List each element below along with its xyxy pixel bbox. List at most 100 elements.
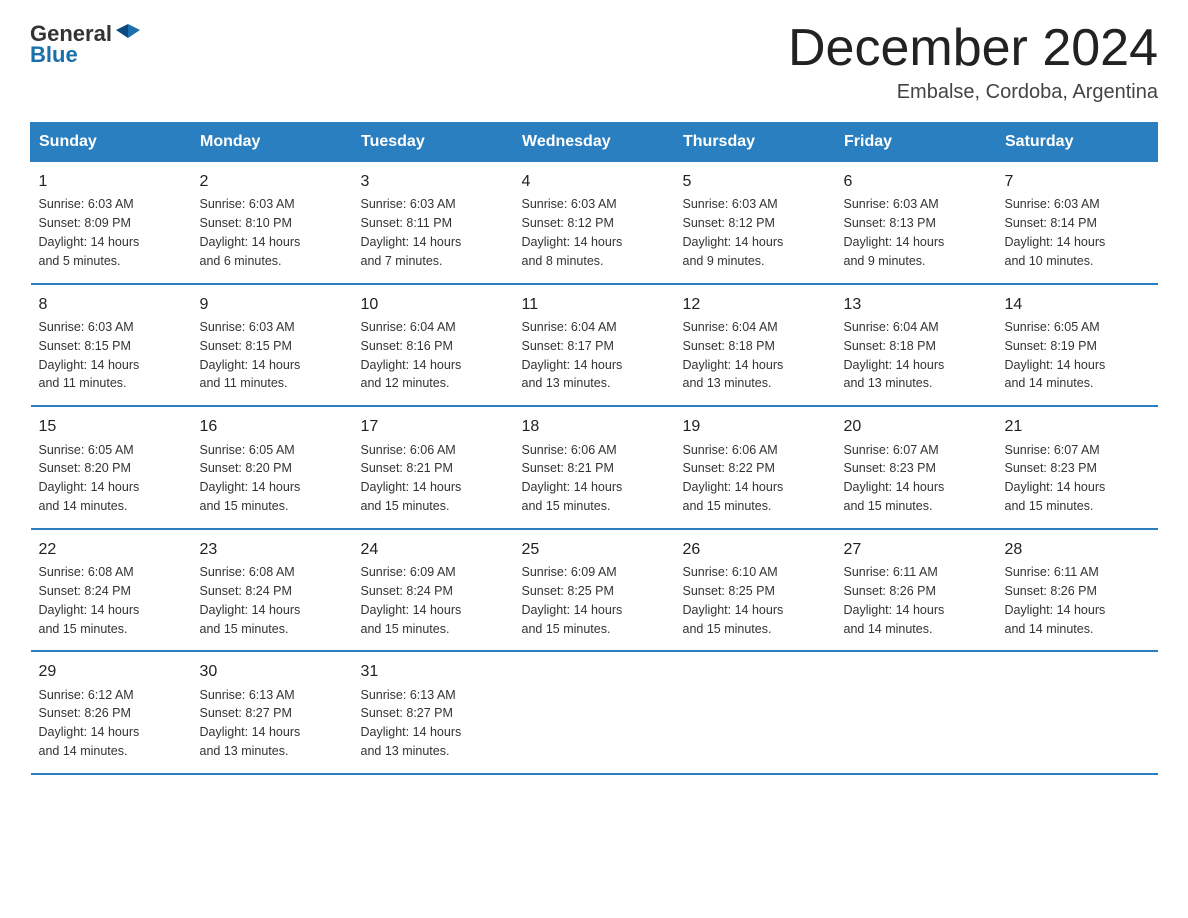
calendar-header-row: SundayMondayTuesdayWednesdayThursdayFrid…	[31, 123, 1158, 162]
calendar-cell: 29Sunrise: 6:12 AMSunset: 8:26 PMDayligh…	[31, 651, 192, 774]
day-number: 7	[1005, 170, 1150, 193]
day-info: Sunrise: 6:11 AMSunset: 8:26 PMDaylight:…	[844, 565, 945, 636]
day-number: 1	[39, 170, 184, 193]
calendar-cell: 23Sunrise: 6:08 AMSunset: 8:24 PMDayligh…	[192, 529, 353, 652]
calendar-cell: 20 Sunrise: 6:07 AMSunset: 8:23 PMDayligh…	[836, 406, 997, 529]
column-header-monday: Monday	[192, 123, 353, 162]
day-info: Sunrise: 6:08 AMSunset: 8:24 PMDaylight:…	[200, 565, 301, 636]
calendar-cell	[675, 651, 836, 774]
calendar-cell: 28 Sunrise: 6:11 AMSunset: 8:26 PMDayligh…	[997, 529, 1158, 652]
calendar-cell: 22 Sunrise: 6:08 AMSunset: 8:24 PMDayligh…	[31, 529, 192, 652]
day-info: Sunrise: 6:07 AMSunset: 8:23 PMDaylight:…	[1005, 443, 1106, 514]
calendar-cell: 30Sunrise: 6:13 AMSunset: 8:27 PMDayligh…	[192, 651, 353, 774]
day-number: 21	[1005, 415, 1150, 438]
day-number: 6	[844, 170, 989, 193]
day-number: 5	[683, 170, 828, 193]
calendar-cell: 17 Sunrise: 6:06 AMSunset: 8:21 PMDayligh…	[353, 406, 514, 529]
calendar-week-row: 29Sunrise: 6:12 AMSunset: 8:26 PMDayligh…	[31, 651, 1158, 774]
calendar-cell: 16Sunrise: 6:05 AMSunset: 8:20 PMDayligh…	[192, 406, 353, 529]
calendar-cell: 19Sunrise: 6:06 AMSunset: 8:22 PMDayligh…	[675, 406, 836, 529]
day-info: Sunrise: 6:13 AMSunset: 8:27 PMDaylight:…	[200, 688, 301, 759]
calendar-cell: 12Sunrise: 6:04 AMSunset: 8:18 PMDayligh…	[675, 284, 836, 407]
calendar-week-row: 22 Sunrise: 6:08 AMSunset: 8:24 PMDayligh…	[31, 529, 1158, 652]
day-info: Sunrise: 6:03 AMSunset: 8:14 PMDaylight:…	[1005, 197, 1106, 268]
day-number: 2	[200, 170, 345, 193]
day-info: Sunrise: 6:03 AMSunset: 8:12 PMDaylight:…	[683, 197, 784, 268]
column-header-tuesday: Tuesday	[353, 123, 514, 162]
day-info: Sunrise: 6:03 AMSunset: 8:10 PMDaylight:…	[200, 197, 301, 268]
logo: General Blue	[30, 20, 142, 68]
day-info: Sunrise: 6:05 AMSunset: 8:20 PMDaylight:…	[200, 443, 301, 514]
calendar-cell: 2 Sunrise: 6:03 AMSunset: 8:10 PMDaylight…	[192, 162, 353, 284]
calendar-cell	[514, 651, 675, 774]
column-header-thursday: Thursday	[675, 123, 836, 162]
day-number: 24	[361, 538, 506, 561]
day-info: Sunrise: 6:03 AMSunset: 8:15 PMDaylight:…	[39, 320, 140, 391]
day-info: Sunrise: 6:03 AMSunset: 8:12 PMDaylight:…	[522, 197, 623, 268]
day-info: Sunrise: 6:09 AMSunset: 8:24 PMDaylight:…	[361, 565, 462, 636]
calendar-cell: 13 Sunrise: 6:04 AMSunset: 8:18 PMDayligh…	[836, 284, 997, 407]
day-info: Sunrise: 6:07 AMSunset: 8:23 PMDaylight:…	[844, 443, 945, 514]
day-number: 10	[361, 293, 506, 316]
day-number: 8	[39, 293, 184, 316]
day-number: 9	[200, 293, 345, 316]
day-info: Sunrise: 6:05 AMSunset: 8:19 PMDaylight:…	[1005, 320, 1106, 391]
calendar-table: SundayMondayTuesdayWednesdayThursdayFrid…	[30, 122, 1158, 775]
calendar-cell: 11 Sunrise: 6:04 AMSunset: 8:17 PMDayligh…	[514, 284, 675, 407]
day-number: 19	[683, 415, 828, 438]
calendar-week-row: 8 Sunrise: 6:03 AMSunset: 8:15 PMDaylight…	[31, 284, 1158, 407]
day-number: 28	[1005, 538, 1150, 561]
calendar-cell: 4 Sunrise: 6:03 AMSunset: 8:12 PMDaylight…	[514, 162, 675, 284]
calendar-cell: 25Sunrise: 6:09 AMSunset: 8:25 PMDayligh…	[514, 529, 675, 652]
day-info: Sunrise: 6:13 AMSunset: 8:27 PMDaylight:…	[361, 688, 462, 759]
calendar-cell: 21 Sunrise: 6:07 AMSunset: 8:23 PMDayligh…	[997, 406, 1158, 529]
day-number: 31	[361, 660, 506, 683]
column-header-sunday: Sunday	[31, 123, 192, 162]
day-info: Sunrise: 6:06 AMSunset: 8:21 PMDaylight:…	[522, 443, 623, 514]
calendar-title: December 2024	[788, 20, 1158, 77]
day-number: 18	[522, 415, 667, 438]
page-header: General Blue December 2024 Embalse, Cord…	[30, 20, 1158, 104]
column-header-friday: Friday	[836, 123, 997, 162]
calendar-cell	[836, 651, 997, 774]
day-number: 17	[361, 415, 506, 438]
calendar-cell: 5 Sunrise: 6:03 AMSunset: 8:12 PMDaylight…	[675, 162, 836, 284]
calendar-cell: 7 Sunrise: 6:03 AMSunset: 8:14 PMDaylight…	[997, 162, 1158, 284]
calendar-cell: 1 Sunrise: 6:03 AMSunset: 8:09 PMDaylight…	[31, 162, 192, 284]
day-info: Sunrise: 6:03 AMSunset: 8:09 PMDaylight:…	[39, 197, 140, 268]
day-info: Sunrise: 6:04 AMSunset: 8:18 PMDaylight:…	[844, 320, 945, 391]
logo-blue-text: Blue	[30, 42, 78, 68]
day-number: 26	[683, 538, 828, 561]
day-info: Sunrise: 6:03 AMSunset: 8:11 PMDaylight:…	[361, 197, 462, 268]
day-number: 15	[39, 415, 184, 438]
day-info: Sunrise: 6:08 AMSunset: 8:24 PMDaylight:…	[39, 565, 140, 636]
calendar-cell: 10 Sunrise: 6:04 AMSunset: 8:16 PMDayligh…	[353, 284, 514, 407]
calendar-cell: 18 Sunrise: 6:06 AMSunset: 8:21 PMDayligh…	[514, 406, 675, 529]
logo-flag-icon	[114, 20, 142, 48]
day-number: 4	[522, 170, 667, 193]
day-info: Sunrise: 6:04 AMSunset: 8:16 PMDaylight:…	[361, 320, 462, 391]
column-header-saturday: Saturday	[997, 123, 1158, 162]
day-number: 22	[39, 538, 184, 561]
day-info: Sunrise: 6:11 AMSunset: 8:26 PMDaylight:…	[1005, 565, 1106, 636]
calendar-cell: 3 Sunrise: 6:03 AMSunset: 8:11 PMDaylight…	[353, 162, 514, 284]
day-info: Sunrise: 6:03 AMSunset: 8:13 PMDaylight:…	[844, 197, 945, 268]
day-number: 27	[844, 538, 989, 561]
calendar-cell: 31 Sunrise: 6:13 AMSunset: 8:27 PMDayligh…	[353, 651, 514, 774]
calendar-subtitle: Embalse, Cordoba, Argentina	[788, 81, 1158, 104]
day-number: 20	[844, 415, 989, 438]
day-info: Sunrise: 6:12 AMSunset: 8:26 PMDaylight:…	[39, 688, 140, 759]
day-info: Sunrise: 6:04 AMSunset: 8:17 PMDaylight:…	[522, 320, 623, 391]
day-number: 3	[361, 170, 506, 193]
day-number: 13	[844, 293, 989, 316]
calendar-cell: 14Sunrise: 6:05 AMSunset: 8:19 PMDayligh…	[997, 284, 1158, 407]
calendar-cell	[997, 651, 1158, 774]
calendar-cell: 26 Sunrise: 6:10 AMSunset: 8:25 PMDayligh…	[675, 529, 836, 652]
day-info: Sunrise: 6:10 AMSunset: 8:25 PMDaylight:…	[683, 565, 784, 636]
day-info: Sunrise: 6:06 AMSunset: 8:21 PMDaylight:…	[361, 443, 462, 514]
column-header-wednesday: Wednesday	[514, 123, 675, 162]
calendar-week-row: 15 Sunrise: 6:05 AMSunset: 8:20 PMDayligh…	[31, 406, 1158, 529]
calendar-cell: 24 Sunrise: 6:09 AMSunset: 8:24 PMDayligh…	[353, 529, 514, 652]
calendar-cell: 27 Sunrise: 6:11 AMSunset: 8:26 PMDayligh…	[836, 529, 997, 652]
day-number: 11	[522, 293, 667, 316]
